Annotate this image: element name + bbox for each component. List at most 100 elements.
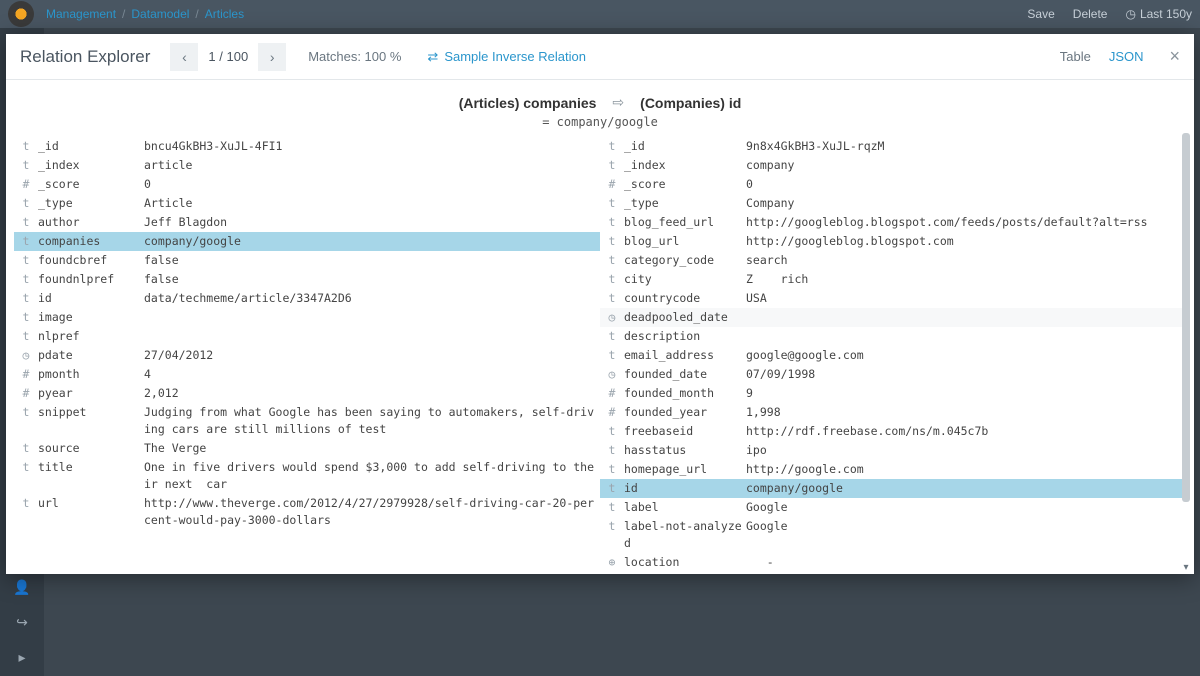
field-key: hasstatus bbox=[620, 442, 742, 459]
swap-icon: ⇄ bbox=[427, 49, 438, 65]
app-logo[interactable] bbox=[8, 1, 34, 27]
record-row[interactable]: temail_addressgoogle@google.com bbox=[600, 346, 1186, 365]
logout-icon[interactable]: ↪ bbox=[16, 614, 28, 631]
record-row[interactable]: tlabel-not-analyzedGoogle bbox=[600, 517, 1186, 553]
field-type-icon: t bbox=[604, 290, 620, 307]
field-key: pyear bbox=[34, 385, 140, 402]
record-row[interactable]: thomepage_urlhttp://google.com bbox=[600, 460, 1186, 479]
record-row[interactable]: ttitleOne in five drivers would spend $3… bbox=[14, 458, 600, 494]
field-type-icon: # bbox=[18, 176, 34, 193]
user-icon[interactable]: 👤 bbox=[13, 579, 30, 596]
field-value: 28,000 bbox=[742, 573, 1182, 574]
field-type-icon: t bbox=[604, 252, 620, 269]
record-row[interactable]: tidcompany/google bbox=[600, 479, 1186, 498]
field-key: author bbox=[34, 214, 140, 231]
play-icon[interactable]: ▸ bbox=[18, 649, 25, 666]
scrollbar[interactable]: ▾ bbox=[1180, 133, 1192, 574]
field-key: countrycode bbox=[620, 290, 742, 307]
record-row[interactable]: tsourceThe Verge bbox=[14, 439, 600, 458]
record-row[interactable]: tcompaniescompany/google bbox=[14, 232, 600, 251]
field-type-icon: t bbox=[18, 233, 34, 250]
record-row[interactable]: tfoundcbreffalse bbox=[14, 251, 600, 270]
modal-header: Relation Explorer ‹ 1 / 100 › Matches: 1… bbox=[6, 34, 1194, 80]
field-value: 1,998 bbox=[742, 404, 1182, 421]
record-row[interactable]: tcountrycodeUSA bbox=[600, 289, 1186, 308]
record-row[interactable]: ◷pdate27/04/2012 bbox=[14, 346, 600, 365]
record-row[interactable]: tiddata/techmeme/article/3347A2D6 bbox=[14, 289, 600, 308]
breadcrumb-item[interactable]: Articles bbox=[205, 7, 244, 21]
record-row[interactable]: t_indexcompany bbox=[600, 156, 1186, 175]
field-key: city bbox=[620, 271, 742, 288]
record-row[interactable]: #number_of_employees28,000 bbox=[600, 572, 1186, 574]
field-value: One in five drivers would spend $3,000 t… bbox=[140, 459, 596, 493]
field-key: category_code bbox=[620, 252, 742, 269]
record-row[interactable]: tauthorJeff Blagdon bbox=[14, 213, 600, 232]
record-row[interactable]: #founded_year1,998 bbox=[600, 403, 1186, 422]
record-row[interactable]: #founded_month9 bbox=[600, 384, 1186, 403]
record-row[interactable]: #_score0 bbox=[14, 175, 600, 194]
sample-inverse-button[interactable]: ⇄ Sample Inverse Relation bbox=[427, 49, 586, 65]
field-type-icon: # bbox=[604, 385, 620, 402]
field-type-icon: ◷ bbox=[604, 366, 620, 383]
breadcrumb-item[interactable]: Datamodel bbox=[131, 7, 189, 21]
field-value: Google bbox=[742, 518, 1182, 535]
scrollbar-thumb[interactable] bbox=[1182, 133, 1190, 502]
view-json-button[interactable]: JSON bbox=[1109, 49, 1144, 64]
pager-next-button[interactable]: › bbox=[258, 43, 286, 71]
field-key: founded_date bbox=[620, 366, 742, 383]
record-row[interactable]: t_idbncu4GkBH3-XuJL-4FI1 bbox=[14, 137, 600, 156]
record-row[interactable]: tcityZ rich bbox=[600, 270, 1186, 289]
field-type-icon: t bbox=[18, 404, 34, 421]
field-value: bncu4GkBH3-XuJL-4FI1 bbox=[140, 138, 596, 155]
delete-button[interactable]: Delete bbox=[1073, 7, 1108, 21]
record-row[interactable]: tlabelGoogle bbox=[600, 498, 1186, 517]
record-row[interactable]: thasstatusipo bbox=[600, 441, 1186, 460]
record-row[interactable]: tsnippetJudging from what Google has bee… bbox=[14, 403, 600, 439]
record-row[interactable]: tfoundnlpreffalse bbox=[14, 270, 600, 289]
relation-explorer-modal: Relation Explorer ‹ 1 / 100 › Matches: 1… bbox=[6, 34, 1194, 574]
record-row[interactable]: ◷deadpooled_date bbox=[600, 308, 1186, 327]
timerange-label: Last 150y bbox=[1140, 7, 1192, 21]
field-key: _id bbox=[620, 138, 742, 155]
save-button[interactable]: Save bbox=[1027, 7, 1054, 21]
sample-inverse-label: Sample Inverse Relation bbox=[444, 49, 586, 64]
field-type-icon: t bbox=[18, 309, 34, 326]
pager-counter: 1 / 100 bbox=[198, 49, 258, 64]
record-row[interactable]: #pmonth4 bbox=[14, 365, 600, 384]
record-columns: t_idbncu4GkBH3-XuJL-4FI1t_indexarticle#_… bbox=[6, 133, 1194, 574]
field-key: homepage_url bbox=[620, 461, 742, 478]
record-row[interactable]: tblog_urlhttp://googleblog.blogspot.com bbox=[600, 232, 1186, 251]
scroll-down-icon[interactable]: ▾ bbox=[1180, 562, 1192, 574]
timerange-picker[interactable]: ◷ Last 150y bbox=[1125, 7, 1192, 21]
breadcrumb-item[interactable]: Management bbox=[46, 7, 116, 21]
field-type-icon: t bbox=[18, 214, 34, 231]
record-row[interactable]: #_score0 bbox=[600, 175, 1186, 194]
field-type-icon: t bbox=[604, 271, 620, 288]
record-row[interactable]: t_id9n8x4GkBH3-XuJL-rqzM bbox=[600, 137, 1186, 156]
record-row[interactable]: tfreebaseidhttp://rdf.freebase.com/ns/m.… bbox=[600, 422, 1186, 441]
field-type-icon: t bbox=[604, 518, 620, 535]
field-key: deadpooled_date bbox=[620, 309, 742, 326]
record-row[interactable]: turlhttp://www.theverge.com/2012/4/27/29… bbox=[14, 494, 600, 530]
pager-prev-button[interactable]: ‹ bbox=[170, 43, 198, 71]
record-row[interactable]: #pyear2,012 bbox=[14, 384, 600, 403]
record-row[interactable]: tdescription bbox=[600, 327, 1186, 346]
record-row[interactable]: ◷founded_date07/09/1998 bbox=[600, 365, 1186, 384]
left-record: t_idbncu4GkBH3-XuJL-4FI1t_indexarticle#_… bbox=[14, 137, 600, 574]
relation-right-label: (Companies) id bbox=[640, 95, 741, 111]
record-row[interactable]: t_typeCompany bbox=[600, 194, 1186, 213]
record-row[interactable]: ⊕location - bbox=[600, 553, 1186, 572]
record-row[interactable]: timage bbox=[14, 308, 600, 327]
record-row[interactable]: t_indexarticle bbox=[14, 156, 600, 175]
field-key: foundnlpref bbox=[34, 271, 140, 288]
record-row[interactable]: tnlpref bbox=[14, 327, 600, 346]
close-button[interactable]: × bbox=[1169, 46, 1180, 67]
field-value: 2,012 bbox=[140, 385, 596, 402]
record-row[interactable]: tcategory_codesearch bbox=[600, 251, 1186, 270]
field-type-icon: t bbox=[604, 461, 620, 478]
record-row[interactable]: tblog_feed_urlhttp://googleblog.blogspot… bbox=[600, 213, 1186, 232]
record-row[interactable]: t_typeArticle bbox=[14, 194, 600, 213]
view-table-button[interactable]: Table bbox=[1060, 49, 1091, 64]
field-key: pmonth bbox=[34, 366, 140, 383]
field-type-icon: ◷ bbox=[18, 347, 34, 364]
